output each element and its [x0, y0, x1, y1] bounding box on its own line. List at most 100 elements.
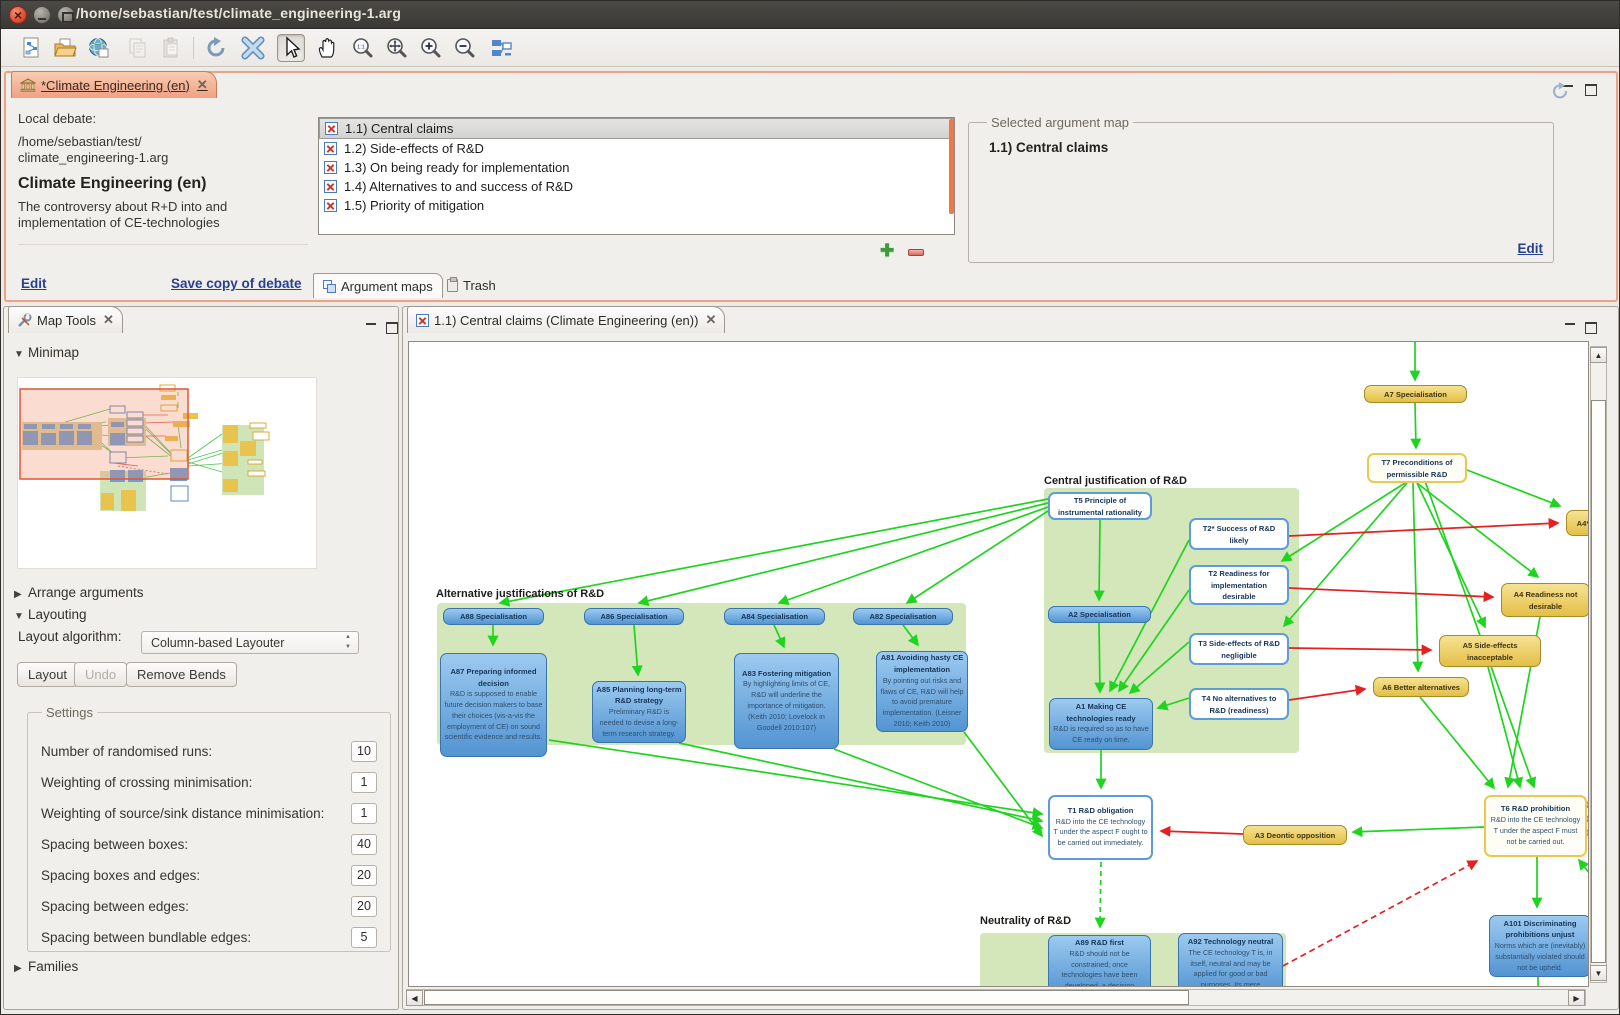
- setting-input-edge-spacing[interactable]: [351, 896, 377, 917]
- list-item-map-1[interactable]: 1.1) Central claims: [319, 118, 954, 139]
- setting-input-bundlable-edge-spacing[interactable]: [351, 927, 377, 948]
- refresh-button[interactable]: [203, 34, 231, 62]
- close-icon[interactable]: ✕: [103, 312, 114, 328]
- view-minimize-icon[interactable]: [364, 321, 379, 334]
- list-item-map-3[interactable]: 1.3) On being ready for implementation: [319, 158, 954, 177]
- remove-map-button[interactable]: [908, 249, 924, 256]
- tab-debate[interactable]: *Climate Engineering (en) ✕: [11, 71, 217, 98]
- window-close-button[interactable]: [9, 6, 27, 24]
- argument-node-a5[interactable]: A5 Side-effects inacceptable: [1439, 635, 1541, 667]
- view-maximize-icon[interactable]: [384, 321, 399, 334]
- window-maximize-button[interactable]: [57, 6, 75, 24]
- minimap-viewport[interactable]: [20, 389, 188, 479]
- argument-node-a82[interactable]: A82 Specialisation: [853, 608, 953, 625]
- argument-node-a6[interactable]: A6 Better alternatives: [1373, 677, 1469, 697]
- window-minimize-button[interactable]: [33, 6, 51, 24]
- pan-tool-button[interactable]: [313, 34, 341, 62]
- edit-map-link[interactable]: Edit: [1518, 241, 1544, 256]
- argument-map-icon: [324, 161, 337, 174]
- argument-node-a86[interactable]: A86 Specialisation: [584, 608, 684, 625]
- vertical-scroll-thumb[interactable]: [1591, 400, 1606, 963]
- close-icon[interactable]: ✕: [705, 312, 716, 328]
- tab-trash[interactable]: Trash: [438, 273, 505, 298]
- thesis-node-t7[interactable]: T7 Preconditions of permissible R&D: [1367, 453, 1467, 483]
- layout-button[interactable]: Layout: [17, 662, 78, 687]
- zoom-in-button[interactable]: [417, 34, 445, 62]
- argument-node-a1[interactable]: A1 Making CE technologies readyR&D is re…: [1049, 698, 1153, 750]
- section-layouting[interactable]: ▼Layouting: [14, 607, 87, 622]
- argument-node-a2[interactable]: A2 Specialisation: [1048, 606, 1151, 623]
- view-maximize-icon[interactable]: [1583, 83, 1598, 96]
- zoom-actual-button[interactable]: 1:1: [349, 34, 377, 62]
- save-copy-link[interactable]: Save copy of debate: [171, 276, 302, 291]
- zoom-fit-button[interactable]: [383, 34, 411, 62]
- list-item-map-4[interactable]: 1.4) Alternatives to and success of R&D: [319, 177, 954, 196]
- setting-input-box-spacing[interactable]: [351, 834, 377, 855]
- list-item-map-5[interactable]: 1.5) Priority of mitigation: [319, 196, 954, 215]
- delete-button[interactable]: [239, 34, 267, 62]
- new-argument-map-button[interactable]: [17, 34, 45, 62]
- scroll-down-button[interactable]: ▼: [1590, 965, 1607, 981]
- list-item-map-2[interactable]: 1.2) Side-effects of R&D: [319, 139, 954, 158]
- horizontal-scroll-thumb[interactable]: [424, 990, 1189, 1005]
- thesis-node-t4[interactable]: T4 No alternatives to R&D (readiness): [1189, 688, 1289, 720]
- tab-map-tools[interactable]: Map Tools ✕: [8, 306, 123, 333]
- refresh-icon: [205, 36, 229, 60]
- tab-trash-label: Trash: [463, 278, 496, 293]
- argument-node-a101[interactable]: A101 Discriminating prohibitions unjustN…: [1489, 915, 1589, 977]
- argument-node-a92[interactable]: A92 Technology neutralThe CE technology …: [1178, 933, 1283, 987]
- view-maximize-icon[interactable]: [1583, 321, 1598, 334]
- argument-node-a84[interactable]: A84 Specialisation: [724, 608, 825, 625]
- argument-node-a88[interactable]: A88 Specialisation: [443, 608, 544, 625]
- list-item-label: 1.3) On being ready for implementation: [344, 160, 569, 175]
- thesis-node-t1[interactable]: T1 R&D obligationR&D into the CE technol…: [1048, 795, 1153, 860]
- thesis-node-t2[interactable]: T2 Readiness for implementation desirabl…: [1189, 565, 1289, 605]
- scroll-up-button[interactable]: ▲: [1590, 347, 1607, 363]
- auto-layout-button[interactable]: [487, 34, 515, 62]
- open-debate-button[interactable]: [51, 34, 79, 62]
- section-minimap[interactable]: ▼Minimap: [14, 345, 79, 360]
- layout-algorithm-select[interactable]: Column-based Layouter ▲▼: [141, 631, 359, 654]
- argument-node-a4star[interactable]: A4*: [1566, 510, 1589, 536]
- zoom-out-button[interactable]: [451, 34, 479, 62]
- argument-node-a3[interactable]: A3 Deontic opposition: [1243, 825, 1347, 845]
- setting-input-randomised-runs[interactable]: [351, 741, 377, 762]
- argument-node-a85[interactable]: A85 Planning long-term R&D strategyPreli…: [592, 681, 686, 743]
- section-families[interactable]: ▶Families: [14, 959, 78, 974]
- tab-argument-maps[interactable]: Argument maps: [313, 273, 443, 298]
- scroll-right-button[interactable]: ▶: [1568, 990, 1585, 1006]
- add-map-button[interactable]: ✚: [880, 244, 895, 259]
- argument-map-canvas[interactable]: Central justification of R&D Alternative…: [408, 341, 1589, 987]
- argument-node-a81[interactable]: A81 Avoiding hasty CE implementationBy p…: [876, 651, 968, 732]
- window-titlebar[interactable]: /home/sebastian/test/climate_engineering…: [1, 1, 1620, 29]
- argument-map-list[interactable]: 1.1) Central claims 1.2) Side-effects of…: [318, 117, 955, 235]
- edit-debate-link[interactable]: Edit: [21, 276, 47, 291]
- scroll-left-button[interactable]: ◀: [406, 990, 423, 1006]
- toolbar-separator: [193, 37, 194, 59]
- argument-node-a87[interactable]: A87 Preparing informed decisionR&D is su…: [440, 653, 547, 757]
- argument-node-a89[interactable]: A89 R&D firstR&D should not be constrain…: [1048, 935, 1151, 987]
- list-scrollbar[interactable]: [949, 119, 954, 214]
- setting-input-crossing-weight[interactable]: [351, 772, 377, 793]
- minimap[interactable]: [17, 377, 317, 569]
- tab-canvas[interactable]: 1.1) Central claims (Climate Engineering…: [407, 306, 725, 333]
- remove-bends-button[interactable]: Remove Bends: [126, 662, 237, 687]
- copy-button[interactable]: [123, 34, 151, 62]
- paste-button[interactable]: [157, 34, 185, 62]
- view-minimize-icon[interactable]: [1563, 321, 1578, 334]
- thesis-node-t5[interactable]: T5 Principle of instrumental rationality: [1048, 492, 1152, 520]
- thesis-node-t2star[interactable]: T2* Success of R&D likely: [1189, 518, 1289, 550]
- thesis-node-t3[interactable]: T3 Side-effects of R&D negligible: [1189, 633, 1289, 665]
- argument-node-a7[interactable]: A7 Specialisation: [1364, 385, 1467, 403]
- view-refresh-icon[interactable]: [1550, 81, 1572, 101]
- setting-input-box-edge-spacing[interactable]: [351, 865, 377, 886]
- online-debate-button[interactable]: [85, 34, 113, 62]
- section-arrange-arguments[interactable]: ▶Arrange arguments: [14, 585, 144, 600]
- argument-node-a83[interactable]: A83 Fostering mitigationBy highlighting …: [734, 653, 839, 749]
- thesis-node-t6[interactable]: T6 R&D prohibitionR&D into the CE techno…: [1484, 795, 1587, 857]
- setting-input-sink-distance-weight[interactable]: [351, 803, 377, 824]
- select-tool-button[interactable]: [277, 34, 305, 62]
- close-icon[interactable]: ✕: [197, 77, 208, 93]
- undo-button[interactable]: Undo: [74, 662, 127, 687]
- argument-node-a4[interactable]: A4 Readiness not desirable: [1501, 583, 1589, 617]
